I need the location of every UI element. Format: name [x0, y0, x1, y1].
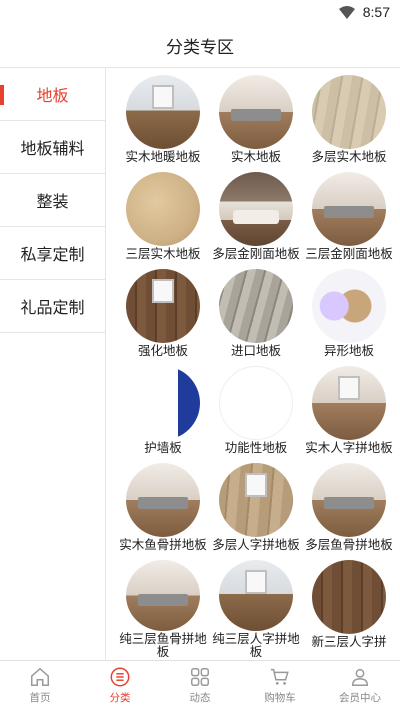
category-label: 新三层人字拼 [311, 634, 387, 649]
category-label: 多层鱼骨拼地板 [305, 537, 393, 552]
user-icon [351, 668, 369, 686]
category-card[interactable]: 纯三层人字拼地板 [208, 560, 304, 657]
category-label: 护墙板 [144, 440, 182, 455]
category-thumbnail [219, 269, 293, 343]
page-title: 分类专区 [166, 38, 234, 58]
category-thumbnail [126, 75, 200, 149]
category-label: 实木人字拼地板 [305, 440, 393, 455]
category-label: 进口地板 [230, 343, 281, 358]
category-thumbnail [126, 366, 200, 440]
status-time: 8:57 [362, 4, 390, 20]
category-card[interactable]: 实木地暖地板 [115, 75, 211, 172]
category-label: 多层人字拼地板 [212, 537, 300, 552]
sidebar-item-label: 整装 [36, 192, 69, 211]
category-label: 实木地暖地板 [125, 149, 201, 164]
sidebar-item-private-custom[interactable]: 私享定制 [0, 227, 105, 280]
category-icon [110, 667, 130, 687]
category-card[interactable]: 三层实木地板 [115, 172, 211, 269]
category-thumbnail [219, 172, 293, 246]
category-card[interactable]: 多层鱼骨拼地板 [301, 463, 397, 560]
status-bar: 8:57 [0, 0, 400, 24]
cart-icon [270, 668, 289, 685]
category-label: 强化地板 [137, 343, 188, 358]
category-thumbnail [312, 269, 386, 343]
bottom-tab-bar: 首页 分类 动态 购物车 会员中心 [0, 660, 400, 710]
category-label: 异形地板 [323, 343, 374, 358]
category-card[interactable]: 进口地板 [208, 269, 304, 366]
category-card[interactable]: 异形地板 [301, 269, 397, 366]
category-thumbnail [312, 560, 386, 634]
sidebar-item-floor-accessories[interactable]: 地板辅料 [0, 121, 105, 174]
category-thumbnail [219, 75, 293, 149]
category-label: 多层实木地板 [311, 149, 387, 164]
category-label: 纯三层人字拼地板 [212, 632, 300, 657]
category-thumbnail [126, 269, 200, 343]
sidebar-item-whole-house[interactable]: 整装 [0, 174, 105, 227]
category-label: 实木地板 [230, 149, 281, 164]
category-label: 实木鱼骨拼地板 [119, 537, 207, 552]
category-thumbnail [219, 366, 293, 440]
sidebar-item-label: 地板 [36, 86, 69, 105]
category-card[interactable]: 实木鱼骨拼地板 [115, 463, 211, 560]
category-card[interactable]: 实木人字拼地板 [301, 366, 397, 463]
category-label: 纯三层鱼骨拼地板 [119, 632, 207, 657]
wifi-icon [338, 5, 355, 19]
category-thumbnail [312, 75, 386, 149]
category-card[interactable]: 三层金刚面地板 [301, 172, 397, 269]
tab-label: 购物车 [264, 692, 296, 704]
page-header: 分类专区 [0, 24, 400, 68]
sidebar-item-floor[interactable]: 地板 [0, 68, 105, 121]
tab-member-center[interactable]: 会员中心 [320, 661, 400, 710]
category-card[interactable]: 多层金刚面地板 [208, 172, 304, 269]
tab-home[interactable]: 首页 [0, 661, 80, 710]
product-category-grid: 实木地暖地板 实木地板 多层实木地板 三层实木地板 多层金刚面地板 三层金刚面地… [106, 68, 400, 660]
category-card[interactable]: 功能性地板 [208, 366, 304, 463]
category-thumbnail [219, 560, 293, 632]
tab-dynamics[interactable]: 动态 [160, 661, 240, 710]
tab-label: 首页 [29, 692, 51, 704]
grid-icon [191, 668, 209, 686]
tab-category[interactable]: 分类 [80, 661, 160, 710]
category-card[interactable]: 多层实木地板 [301, 75, 397, 172]
category-card[interactable]: 纯三层鱼骨拼地板 [115, 560, 211, 657]
sidebar-item-gift-custom[interactable]: 礼品定制 [0, 280, 105, 333]
category-thumbnail [312, 366, 386, 440]
main-area: 地板 地板辅料 整装 私享定制 礼品定制 实木地暖地板 实木地板 多层实木地板 … [0, 68, 400, 660]
category-card[interactable]: 新三层人字拼 [301, 560, 397, 657]
category-thumbnail [219, 463, 293, 537]
category-card[interactable]: 强化地板 [115, 269, 211, 366]
home-icon [31, 667, 49, 686]
category-thumbnail [312, 172, 386, 246]
category-label: 三层金刚面地板 [305, 246, 393, 261]
tab-cart[interactable]: 购物车 [240, 661, 320, 710]
tab-label: 动态 [189, 692, 211, 704]
category-card[interactable]: 护墙板 [115, 366, 211, 463]
category-card[interactable]: 多层人字拼地板 [208, 463, 304, 560]
tab-label: 会员中心 [339, 692, 381, 704]
category-sidebar: 地板 地板辅料 整装 私享定制 礼品定制 [0, 68, 106, 660]
category-label: 多层金刚面地板 [212, 246, 300, 261]
category-card[interactable]: 实木地板 [208, 75, 304, 172]
tab-label: 分类 [109, 692, 131, 704]
category-label: 三层实木地板 [125, 246, 201, 261]
category-thumbnail [126, 560, 200, 632]
sidebar-item-label: 地板辅料 [20, 139, 85, 158]
category-thumbnail [126, 463, 200, 537]
category-label: 功能性地板 [224, 440, 288, 455]
category-thumbnail [312, 463, 386, 537]
category-thumbnail [126, 172, 200, 246]
sidebar-item-label: 私享定制 [20, 245, 85, 264]
sidebar-item-label: 礼品定制 [20, 298, 85, 317]
